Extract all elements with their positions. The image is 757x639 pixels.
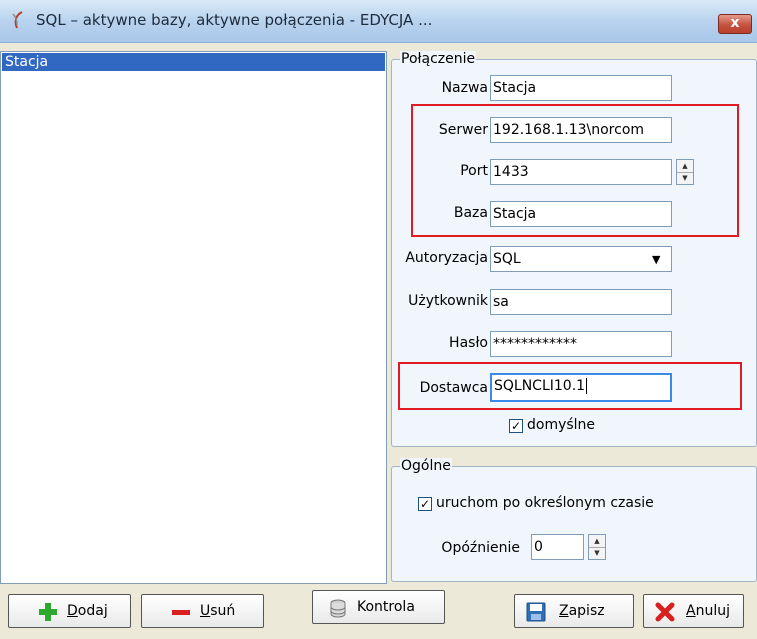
general-legend: Ogólne (400, 458, 452, 474)
minus-icon (172, 610, 190, 615)
cancel-label: nuluj (695, 603, 730, 619)
cancel-x-icon (655, 602, 675, 622)
remove-hotkey: U (200, 603, 211, 619)
remove-button[interactable]: Usuń (141, 594, 264, 628)
general-group: Ogólne (391, 458, 757, 582)
connection-list[interactable]: Stacja (0, 51, 387, 584)
close-button[interactable]: x (718, 14, 752, 34)
save-button[interactable]: Zapisz (514, 594, 634, 628)
name-label: Nazwa (441, 80, 488, 96)
dialog-window: SQL – aktywne bazy, aktywne połączenia -… (0, 0, 757, 639)
add-label: odaj (77, 603, 108, 619)
auth-label: Autoryzacja (405, 250, 488, 266)
app-logo-icon (12, 11, 23, 29)
user-field[interactable]: sa (490, 289, 672, 315)
floppy-disk-icon (526, 602, 546, 622)
save-label: apisz (568, 603, 605, 619)
server-highlight-box (411, 104, 739, 237)
check-label: Kontrola (357, 599, 415, 615)
cancel-button[interactable]: Anuluj (643, 594, 744, 628)
delay-field[interactable]: 0 (531, 534, 584, 560)
chevron-down-icon[interactable]: ▼ (652, 253, 660, 266)
list-item[interactable]: Stacja (2, 53, 385, 71)
password-field[interactable]: ************ (490, 331, 672, 357)
delay-spinner[interactable]: ▲ ▼ (588, 534, 606, 560)
add-button[interactable]: Dodaj (8, 594, 131, 628)
auth-select[interactable]: SQL (490, 246, 672, 272)
user-label: Użytkownik (408, 293, 488, 309)
window-title: SQL – aktywne bazy, aktywne połączenia -… (36, 11, 433, 29)
run-checkbox[interactable]: ✓ (418, 497, 432, 511)
remove-label: suń (210, 603, 236, 619)
run-label: uruchom po określonym czasie (436, 495, 654, 511)
database-icon (330, 599, 346, 618)
password-label: Hasło (449, 335, 488, 351)
spin-down-icon[interactable]: ▼ (589, 547, 605, 559)
save-hotkey: Z (559, 603, 569, 619)
default-checkbox[interactable]: ✓ (509, 419, 523, 433)
auth-value: SQL (493, 251, 521, 267)
delay-label: Opóźnienie (441, 540, 520, 556)
plus-icon (39, 603, 57, 621)
check-button[interactable]: Kontrola (312, 590, 445, 624)
connection-legend: Połączenie (400, 51, 477, 67)
add-hotkey: D (67, 603, 78, 619)
title-bar[interactable]: SQL – aktywne bazy, aktywne połączenia -… (0, 0, 757, 43)
cancel-hotkey: A (686, 603, 696, 619)
default-label: domyślne (527, 417, 596, 433)
provider-highlight-box (398, 362, 742, 410)
name-field[interactable]: Stacja (490, 75, 672, 101)
